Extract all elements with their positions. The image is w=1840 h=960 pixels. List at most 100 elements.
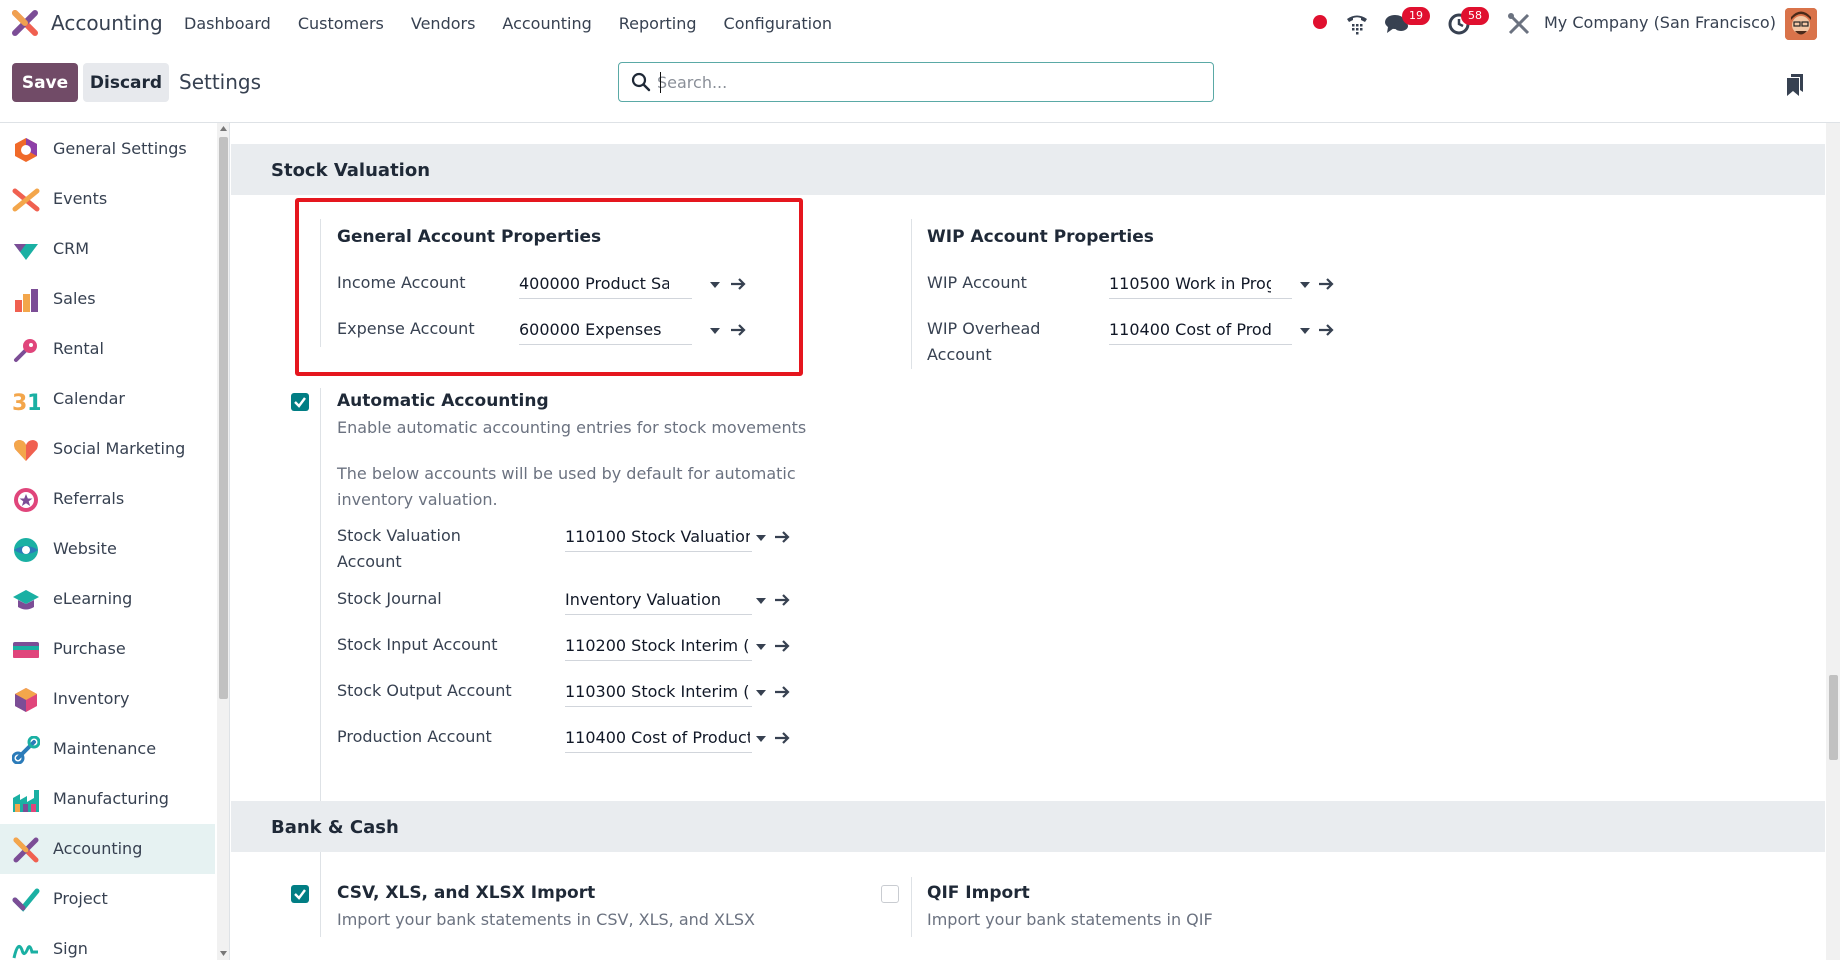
scroll-down-icon[interactable] xyxy=(219,949,228,957)
stock-input-account-label: Stock Input Account xyxy=(337,635,498,654)
sidebar-item-general-settings[interactable]: General Settings xyxy=(0,124,215,174)
stock-valuation-account-label-line1: Stock Valuation xyxy=(337,526,461,545)
wip-account-title: WIP Account Properties xyxy=(927,227,1154,247)
automatic-accounting-title: Automatic Accounting xyxy=(337,391,549,411)
stock-output-account-value: 110300 Stock Interim (D xyxy=(565,682,750,701)
wip-overhead-label-line2: Account xyxy=(927,345,992,364)
sidebar-item-inventory[interactable]: Inventory xyxy=(0,674,215,724)
menu-customers[interactable]: Customers xyxy=(298,14,384,33)
website-icon xyxy=(14,538,38,562)
svg-text:1: 1 xyxy=(27,391,40,414)
accounting-app-icon[interactable] xyxy=(12,10,38,36)
stock-output-account-label: Stock Output Account xyxy=(337,681,512,700)
dropdown-caret-icon[interactable] xyxy=(756,644,766,650)
wip-account-field[interactable]: 110500 Work in Progre xyxy=(1109,271,1292,299)
sidebar-item-project[interactable]: Project xyxy=(0,874,215,924)
debug-tools-icon[interactable] xyxy=(1506,11,1532,37)
search-input[interactable] xyxy=(657,69,1197,95)
menu-vendors[interactable]: Vendors xyxy=(411,14,476,33)
sidebar-item-maintenance[interactable]: Maintenance xyxy=(0,724,215,774)
text-cursor xyxy=(660,72,661,93)
sidebar-item-label: Accounting xyxy=(53,839,143,858)
sign-icon xyxy=(12,944,38,959)
sidebar-item-elearning[interactable]: eLearning xyxy=(0,574,215,624)
top-navbar: Accounting Dashboard Customers Vendors A… xyxy=(0,0,1840,46)
sidebar-item-manufacturing[interactable]: Manufacturing xyxy=(0,774,215,824)
open-record-arrow-icon[interactable] xyxy=(774,593,790,607)
bookmark-icon[interactable] xyxy=(1787,74,1803,96)
sidebar-item-label: Maintenance xyxy=(53,739,157,758)
app-title[interactable]: Accounting xyxy=(51,11,163,35)
calendar-icon: 3 1 xyxy=(12,391,40,414)
svg-text:3: 3 xyxy=(12,391,27,414)
user-avatar[interactable] xyxy=(1785,8,1817,40)
sidebar-item-website[interactable]: Website xyxy=(0,524,215,574)
menu-reporting[interactable]: Reporting xyxy=(619,14,697,33)
stock-journal-field[interactable]: Inventory Valuation xyxy=(565,587,752,615)
sidebar-item-purchase[interactable]: Purchase xyxy=(0,624,215,674)
automatic-accounting-checkbox[interactable] xyxy=(291,393,309,411)
wip-account-value: 110500 Work in Progre xyxy=(1109,274,1271,293)
production-account-label: Production Account xyxy=(337,727,492,746)
stock-valuation-account-label-line2: Account xyxy=(337,552,402,571)
sidebar-item-accounting[interactable]: Accounting xyxy=(0,824,215,874)
wip-overhead-label-line1: WIP Overhead xyxy=(927,319,1041,338)
sidebar-item-social-marketing[interactable]: Social Marketing xyxy=(0,424,215,474)
sidebar-item-rental[interactable]: Rental xyxy=(0,324,215,374)
crm-icon xyxy=(14,244,38,260)
dropdown-caret-icon[interactable] xyxy=(756,598,766,604)
sidebar-scroll-thumb[interactable] xyxy=(219,137,228,699)
sidebar-item-label: Project xyxy=(53,889,108,908)
stock-valuation-account-field[interactable]: 110100 Stock Valuation xyxy=(565,524,752,552)
content-scrollbar[interactable] xyxy=(1826,123,1840,960)
dropdown-caret-icon[interactable] xyxy=(1300,328,1310,334)
recording-dot-icon[interactable] xyxy=(1313,15,1327,29)
discard-button[interactable]: Discard xyxy=(83,63,169,102)
qif-import-block xyxy=(911,877,912,937)
dropdown-caret-icon[interactable] xyxy=(1300,282,1310,288)
automatic-accounting-desc: Enable automatic accounting entries for … xyxy=(337,418,807,437)
manufacturing-icon xyxy=(13,790,39,812)
menu-configuration[interactable]: Configuration xyxy=(724,14,833,33)
save-button[interactable]: Save xyxy=(12,63,78,102)
open-record-arrow-icon[interactable] xyxy=(774,530,790,544)
open-record-arrow-icon[interactable] xyxy=(1318,323,1334,337)
activities-count-badge: 58 xyxy=(1461,7,1489,25)
qif-import-title: QIF Import xyxy=(927,883,1030,903)
project-icon xyxy=(12,888,40,912)
sales-icon xyxy=(15,289,38,312)
menu-dashboard[interactable]: Dashboard xyxy=(184,14,271,33)
menu-accounting[interactable]: Accounting xyxy=(502,14,591,33)
scroll-up-icon[interactable] xyxy=(219,125,228,133)
sidebar-item-calendar[interactable]: 3 1 Calendar xyxy=(0,374,215,424)
search-icon xyxy=(631,72,651,92)
open-record-arrow-icon[interactable] xyxy=(774,685,790,699)
elearning-icon xyxy=(13,590,39,610)
wip-overhead-field[interactable]: 110400 Cost of Product xyxy=(1109,317,1292,345)
open-record-arrow-icon[interactable] xyxy=(774,639,790,653)
open-record-arrow-icon[interactable] xyxy=(774,731,790,745)
general-settings-icon xyxy=(15,138,37,162)
wip-overhead-value: 110400 Cost of Product xyxy=(1109,320,1271,339)
sidebar-item-referrals[interactable]: Referrals xyxy=(0,474,215,524)
csv-import-desc: Import your bank statements in CSV, XLS,… xyxy=(337,910,755,929)
automatic-accounting-note-line1: The below accounts will be used by defau… xyxy=(337,464,796,483)
dropdown-caret-icon[interactable] xyxy=(756,690,766,696)
sidebar-item-sales[interactable]: Sales xyxy=(0,274,215,324)
csv-import-checkbox[interactable] xyxy=(291,885,309,903)
sidebar-item-events[interactable]: Events xyxy=(0,174,215,224)
qif-import-checkbox[interactable] xyxy=(881,885,899,903)
company-switcher[interactable]: My Company (San Francisco) xyxy=(1544,13,1776,32)
content-scroll-thumb[interactable] xyxy=(1829,675,1838,760)
open-record-arrow-icon[interactable] xyxy=(1318,277,1334,291)
phone-icon[interactable] xyxy=(1344,10,1370,36)
stock-output-account-field[interactable]: 110300 Stock Interim (D xyxy=(565,679,752,707)
dropdown-caret-icon[interactable] xyxy=(756,736,766,742)
stock-input-account-field[interactable]: 110200 Stock Interim (R xyxy=(565,633,752,661)
sidebar-item-label: General Settings xyxy=(53,139,187,158)
production-account-field[interactable]: 110400 Cost of Product xyxy=(565,725,752,753)
dropdown-caret-icon[interactable] xyxy=(756,535,766,541)
sidebar-item-crm[interactable]: CRM xyxy=(0,224,215,274)
sidebar-item-sign[interactable]: Sign xyxy=(0,924,215,960)
sidebar-item-label: Social Marketing xyxy=(53,439,186,458)
